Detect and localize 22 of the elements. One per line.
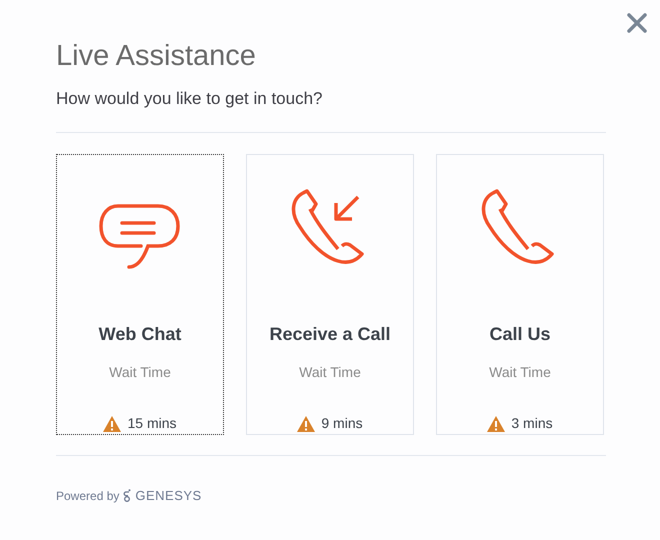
contact-option-card[interactable]: Web Chat Wait Time 15 mins xyxy=(56,154,224,435)
wait-time-label: Wait Time xyxy=(489,363,551,382)
option-title: Call Us xyxy=(489,323,551,346)
question-text: How would you like to get in touch? xyxy=(56,88,322,110)
warning-icon xyxy=(487,416,506,432)
powered-by-text: Powered by xyxy=(56,488,120,505)
option-title: Receive a Call xyxy=(269,323,391,346)
wait-time-label: Wait Time xyxy=(299,363,361,382)
warning-icon xyxy=(297,416,316,432)
brand-logo-icon xyxy=(123,489,132,502)
dialog-title: Live Assistance xyxy=(56,39,256,74)
option-title: Web Chat xyxy=(98,323,182,346)
close-button[interactable] xyxy=(624,10,650,36)
contact-option-card[interactable]: Receive a Call Wait Time 9 mins xyxy=(246,154,414,435)
close-icon xyxy=(627,13,647,33)
contact-option-card[interactable]: Call Us Wait Time 3 mins xyxy=(436,154,604,435)
brand-name: GENESYS xyxy=(135,487,202,505)
wait-time-value: 9 mins xyxy=(321,414,363,433)
wait-time-value: 15 mins xyxy=(127,414,177,433)
warning-icon xyxy=(103,416,122,432)
wait-time-label: Wait Time xyxy=(109,363,171,382)
wait-time-value: 3 mins xyxy=(511,414,553,433)
